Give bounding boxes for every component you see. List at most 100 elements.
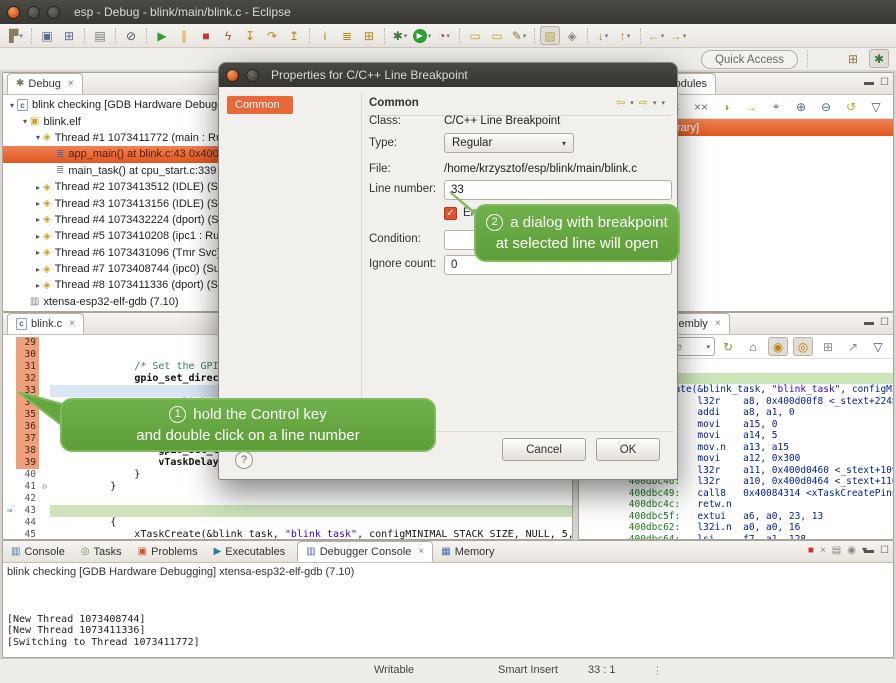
view-menu-icon[interactable]: ▾ [661, 99, 665, 107]
maximize-view-icon[interactable]: ☐ [880, 317, 889, 328]
fold-icon[interactable] [39, 361, 50, 373]
load-symbols-button[interactable]: → [741, 97, 761, 116]
forward-icon[interactable]: ⇨ [639, 96, 648, 109]
fold-icon[interactable] [39, 469, 50, 481]
dropdown-arrow-icon[interactable]: ▾ [428, 32, 432, 40]
expander-icon[interactable]: ▸ [33, 199, 43, 208]
expander-icon[interactable]: ▸ [33, 232, 43, 241]
dropdown-arrow-icon[interactable]: ▾ [446, 32, 450, 40]
minimize-view-icon[interactable]: ▬ [864, 545, 874, 556]
deselect-button[interactable]: ⌖ [766, 97, 786, 116]
expander-icon[interactable]: ▸ [33, 183, 43, 192]
save-all-button[interactable]: ⊞ [59, 26, 79, 45]
tab-close-icon[interactable]: × [418, 546, 424, 557]
step-filters-button[interactable]: ⊞ [359, 26, 379, 45]
pin-console-button[interactable]: ◉ [847, 545, 856, 556]
dialog-minimize-button[interactable] [246, 69, 259, 82]
clear-console-button[interactable]: ▤ [832, 545, 841, 556]
fold-icon[interactable] [39, 517, 50, 529]
new-wizard-button[interactable]: ▛ ▾ [6, 26, 26, 45]
dropdown-arrow-icon[interactable]: ▾ [630, 99, 634, 107]
line-number[interactable]: 44 [16, 517, 39, 529]
dropdown-arrow-icon[interactable]: ▾ [683, 32, 687, 40]
filter-modules-button[interactable]: ◑ [716, 97, 736, 116]
dropdown-arrow-icon[interactable]: ▾ [523, 32, 527, 40]
open-element-button[interactable]: ▭ [465, 26, 485, 45]
fold-icon[interactable] [39, 349, 50, 361]
expander-icon[interactable]: ▾ [20, 117, 30, 126]
dropdown-arrow-icon[interactable]: ▾ [605, 32, 609, 40]
annotate-button[interactable]: ✎ ▾ [509, 26, 529, 45]
dropdown-arrow-icon[interactable]: ▾ [627, 32, 631, 40]
line-number[interactable]: 43 [16, 505, 39, 517]
console-output[interactable]: [New Thread 1073408744][New Thread 10734… [3, 579, 893, 658]
step-into-button[interactable]: ↧ [240, 26, 260, 45]
tab-blink-c[interactable]: c blink.c × [7, 313, 84, 334]
fold-icon[interactable] [39, 505, 50, 517]
debug-button[interactable]: ✱ ▾ [390, 26, 410, 45]
run-button[interactable]: ▶ ▾ [412, 26, 432, 45]
ok-button[interactable]: OK [596, 438, 660, 461]
expander-icon[interactable]: ▸ [33, 281, 43, 290]
line-number[interactable]: 29 [16, 337, 39, 349]
show-debug-elements-button[interactable]: ≣ [337, 26, 357, 45]
minimize-view-icon[interactable]: ▬ [864, 317, 874, 328]
debug-perspective-button[interactable]: ✱ [869, 49, 889, 68]
window-maximize-button[interactable] [47, 6, 60, 19]
cancel-button[interactable]: Cancel [502, 438, 586, 461]
console-tab[interactable]: ▦ Memory [433, 541, 502, 562]
fold-icon[interactable] [39, 373, 50, 385]
line-number[interactable]: 42 [16, 493, 39, 505]
next-annotation-button[interactable]: ↓ ▾ [593, 26, 613, 45]
forward-button[interactable]: → ▾ [668, 26, 688, 45]
line-number[interactable]: 40 [16, 469, 39, 481]
line-number[interactable]: 31 [16, 361, 39, 373]
disassembly-menu-button[interactable]: ▽ [868, 337, 888, 356]
track-expression-button[interactable]: ◉ [768, 337, 788, 356]
back-button[interactable]: ← ▾ [646, 26, 666, 45]
remove-all-modules-button[interactable]: ×× [691, 97, 711, 116]
previous-annotation-button[interactable]: ↑ ▾ [615, 26, 635, 45]
console-tab[interactable]: ▥ Debugger Console × [297, 541, 433, 562]
instruction-stepping-button[interactable]: i [315, 26, 335, 45]
tab-close-icon[interactable]: × [69, 318, 75, 329]
dropdown-arrow-icon[interactable]: ▾ [19, 32, 23, 40]
code-text[interactable]: void app_main() [50, 481, 201, 493]
console-tab[interactable]: ▥ Console [3, 541, 73, 562]
save-button[interactable]: ▣ [37, 26, 57, 45]
step-over-button[interactable]: ↷ [262, 26, 282, 45]
code-text[interactable]: while(1) { [50, 361, 195, 373]
modules-menu-button[interactable]: ▽ [866, 97, 886, 116]
terminate-console-button[interactable]: ■ [808, 545, 814, 556]
code-text[interactable]: { [50, 493, 122, 505]
build-button[interactable]: ▤ [90, 26, 110, 45]
open-perspective-button[interactable]: ⊞ [843, 49, 863, 68]
open-resource-button[interactable]: ▭ [487, 26, 507, 45]
tab-debug[interactable]: ✱ Debug × [7, 73, 83, 94]
tab-close-icon[interactable]: × [715, 318, 721, 329]
maximize-view-icon[interactable]: ☐ [880, 77, 889, 88]
quick-access-button[interactable]: Quick Access [701, 50, 798, 69]
disconnect-button[interactable]: ϟ [218, 26, 238, 45]
terminate-button[interactable]: ■ [196, 26, 216, 45]
line-number[interactable]: 32 [16, 373, 39, 385]
console-tab[interactable]: ▶ Executables [206, 541, 294, 562]
refresh-modules-button[interactable]: ↺ [841, 97, 861, 116]
dropdown-arrow-icon[interactable]: ▾ [404, 32, 408, 40]
sync-selection-button[interactable]: ◎ [793, 337, 813, 356]
export-button[interactable]: ↗ [843, 337, 863, 356]
minimize-view-icon[interactable]: ▬ [864, 77, 874, 88]
expand-all-button[interactable]: ⊕ [791, 97, 811, 116]
home-button[interactable]: ⌂ [743, 337, 763, 356]
line-number[interactable]: 45 [16, 529, 39, 539]
fold-icon[interactable] [39, 337, 50, 349]
type-select[interactable]: Regular ▾ [444, 133, 574, 153]
collapse-all-button[interactable]: ⊖ [816, 97, 836, 116]
fold-icon[interactable] [39, 529, 50, 539]
line-number[interactable]: 30 [16, 349, 39, 361]
fold-icon[interactable]: ⊖ [39, 481, 50, 493]
suspend-button[interactable]: ∥ [174, 26, 194, 45]
dropdown-arrow-icon[interactable]: ▾ [653, 99, 657, 107]
refresh-disassembly-button[interactable]: ↻ [718, 337, 738, 356]
dialog-nav-common[interactable]: Common [227, 96, 293, 114]
